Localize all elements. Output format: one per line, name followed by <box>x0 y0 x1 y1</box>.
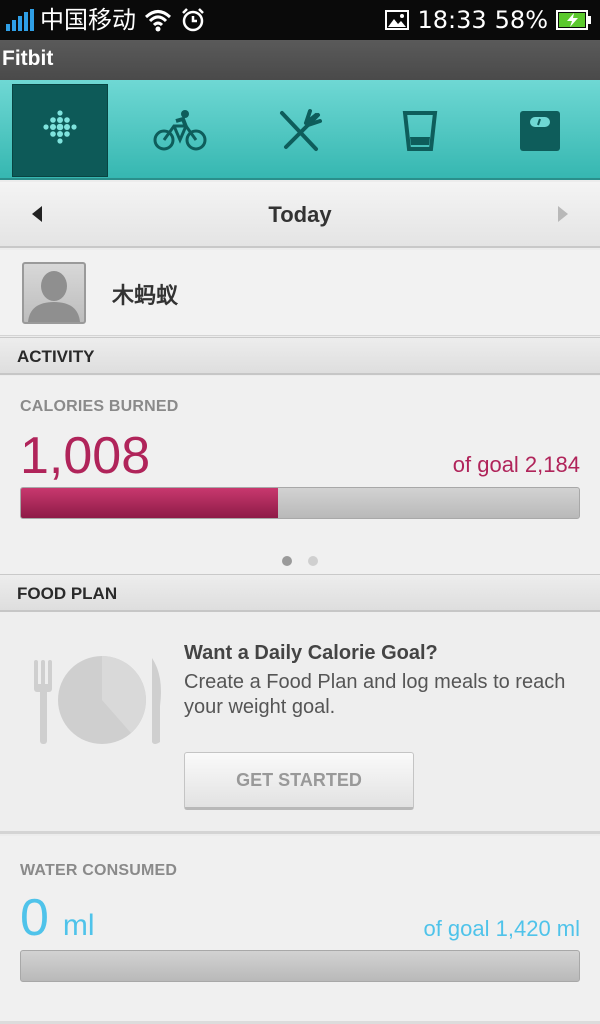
fitbit-dots-icon <box>43 109 77 144</box>
calories-progress-fill <box>21 488 278 518</box>
water-amount: 0 <box>20 889 49 947</box>
avatar <box>22 262 86 324</box>
user-silhouette-icon <box>28 271 80 322</box>
food-plan-card: Want a Daily Calorie Goal? Create a Food… <box>0 612 600 834</box>
section-title: FOOD PLAN <box>17 584 118 603</box>
nav-tabs <box>0 80 600 180</box>
section-title: ACTIVITY <box>17 347 95 366</box>
fork-knife-icon <box>280 108 322 151</box>
page-indicator <box>0 556 600 566</box>
tab-weight[interactable] <box>492 84 588 177</box>
get-started-button[interactable]: GET STARTED <box>184 752 414 810</box>
section-header-food-plan: FOOD PLAN <box>0 574 600 612</box>
battery-charging-icon <box>556 10 591 30</box>
water-value: 0 ml <box>20 888 95 948</box>
water-progress-bar <box>20 950 580 982</box>
tab-exercise[interactable] <box>132 84 228 177</box>
alarm-icon <box>182 8 204 32</box>
calories-value: 1,008 <box>20 427 151 485</box>
tab-dashboard[interactable] <box>12 84 108 177</box>
picture-notification-icon <box>385 10 410 30</box>
clock: 18:33 <box>417 6 487 34</box>
glass-icon <box>402 110 438 151</box>
app-title: Fitbit <box>2 47 54 70</box>
wifi-icon <box>144 10 172 32</box>
water-label: WATER CONSUMED <box>20 862 178 879</box>
plate-fork-knife-icon <box>34 656 161 744</box>
chevron-right-icon[interactable] <box>554 204 570 224</box>
status-bar: 中国移动 18:33 58% <box>0 0 600 40</box>
app-title-bar: Fitbit <box>0 40 600 80</box>
scale-icon <box>520 110 560 151</box>
battery-percent: 58% <box>494 6 548 34</box>
tab-water[interactable] <box>372 84 468 177</box>
calories-progress-bar <box>20 487 580 519</box>
section-header-activity: ACTIVITY <box>0 337 600 375</box>
tab-food[interactable] <box>252 84 348 177</box>
water-unit: ml <box>62 909 95 942</box>
status-right: 18:33 58% <box>385 4 592 36</box>
profile-name: 木蚂蚁 <box>112 284 179 309</box>
calories-card[interactable]: CALORIES BURNED 1,008 of goal 2,184 <box>0 376 600 574</box>
status-left: 中国移动 <box>6 4 206 36</box>
page-dot-active <box>282 556 292 566</box>
signal-icon <box>6 9 34 31</box>
calories-label: CALORIES BURNED <box>20 398 179 415</box>
water-card[interactable]: WATER CONSUMED 0 ml of goal 1,420 ml <box>0 836 600 1024</box>
calories-goal: of goal 2,184 <box>452 452 580 477</box>
carrier-name: 中国移动 <box>40 6 136 34</box>
water-goal: of goal 1,420 ml <box>423 916 580 941</box>
profile-row[interactable]: 木蚂蚁 <box>0 250 600 336</box>
bicycle-icon <box>153 109 207 150</box>
page-dot <box>308 556 318 566</box>
food-plan-description: Create a Food Plan and log meals to reac… <box>184 671 566 718</box>
date-label: Today <box>268 202 332 227</box>
date-navigation: Today <box>0 182 600 248</box>
food-plan-heading: Want a Daily Calorie Goal? <box>184 642 438 664</box>
